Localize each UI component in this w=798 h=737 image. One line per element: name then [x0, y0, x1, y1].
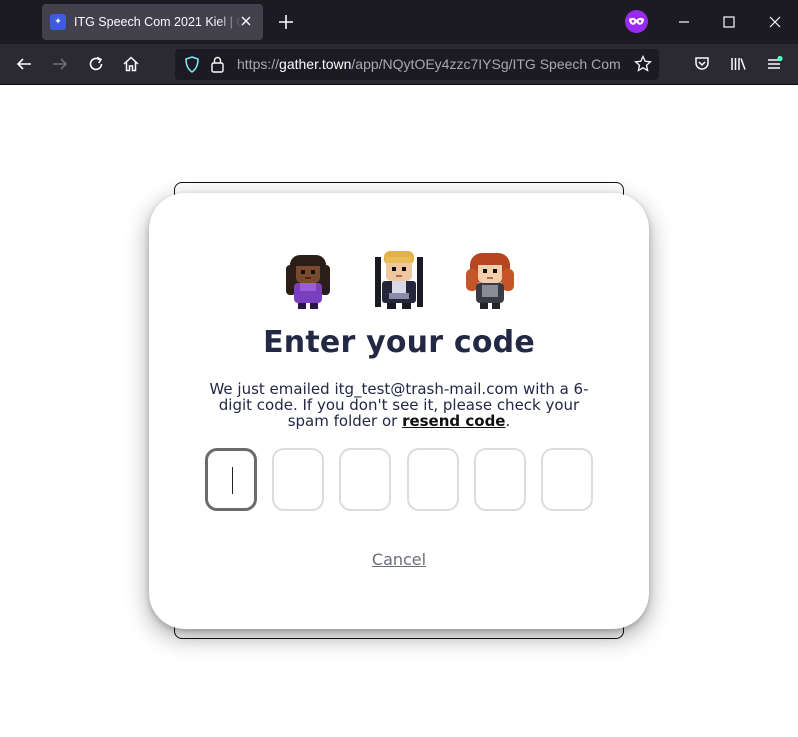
code-digit-input-4[interactable] — [407, 448, 459, 511]
code-instructions: We just emailed itg_test@trash-mail.com … — [204, 381, 594, 429]
url-host: gather.town — [279, 56, 352, 72]
library-icon[interactable] — [729, 55, 747, 73]
browser-tab-bar: ✦ ITG Speech Com 2021 Kiel | Gather — [0, 0, 798, 44]
private-browsing-icon — [625, 10, 648, 33]
avatar-red-hair — [466, 253, 514, 309]
url-path: /app/NQytOEy4zzc7IYSg/ITG Speech Com 202… — [351, 56, 625, 72]
avatar-purple-dress — [286, 255, 330, 309]
bookmark-star-icon[interactable] — [634, 55, 652, 73]
menu-hamburger-icon[interactable] — [765, 55, 783, 73]
pocket-icon[interactable] — [693, 55, 711, 73]
browser-nav-bar: https://gather.town/app/NQytOEy4zzc7IYSg… — [0, 44, 798, 85]
url-scheme: https:// — [237, 56, 280, 72]
instructions-period: . — [505, 412, 511, 430]
cancel-button[interactable]: Cancel — [149, 550, 649, 569]
home-icon[interactable] — [122, 55, 140, 73]
tab-title: ITG Speech Com 2021 Kiel | Gather — [74, 15, 242, 29]
avatar-row — [149, 249, 649, 311]
code-input-row — [205, 448, 595, 512]
browser-tab[interactable]: ✦ ITG Speech Com 2021 Kiel | Gather — [42, 4, 263, 40]
url-bar[interactable]: https://gather.town/app/NQytOEy4zzc7IYSg… — [175, 49, 659, 80]
resend-code-link[interactable]: resend code — [402, 412, 505, 430]
instructions-text: We just emailed itg_test@trash-mail.com … — [209, 380, 589, 430]
gather-logo-icon: ✦ — [50, 14, 66, 30]
tracking-protection-shield-icon[interactable] — [184, 56, 200, 73]
forward-arrow-icon[interactable] — [51, 55, 69, 73]
new-tab-icon[interactable] — [277, 13, 295, 31]
code-digit-input-1[interactable] — [205, 448, 257, 511]
minimize-icon[interactable] — [674, 12, 694, 32]
enter-code-modal: Enter your code We just emailed itg_test… — [149, 193, 649, 629]
code-digit-input-3[interactable] — [339, 448, 391, 511]
maximize-icon[interactable] — [719, 12, 739, 32]
code-digit-input-5[interactable] — [474, 448, 526, 511]
avatar-blonde-dark-coat — [375, 251, 423, 309]
reload-icon[interactable] — [87, 55, 105, 73]
text-caret — [232, 467, 233, 494]
modal-heading: Enter your code — [263, 325, 535, 360]
code-digit-input-2[interactable] — [272, 448, 324, 511]
url-text: https://gather.town/app/NQytOEy4zzc7IYSg… — [237, 56, 625, 72]
lock-icon[interactable] — [210, 56, 225, 73]
code-digit-input-6[interactable] — [541, 448, 593, 511]
back-arrow-icon[interactable] — [15, 55, 33, 73]
close-tab-icon[interactable] — [239, 14, 253, 28]
close-window-icon[interactable] — [765, 12, 785, 32]
